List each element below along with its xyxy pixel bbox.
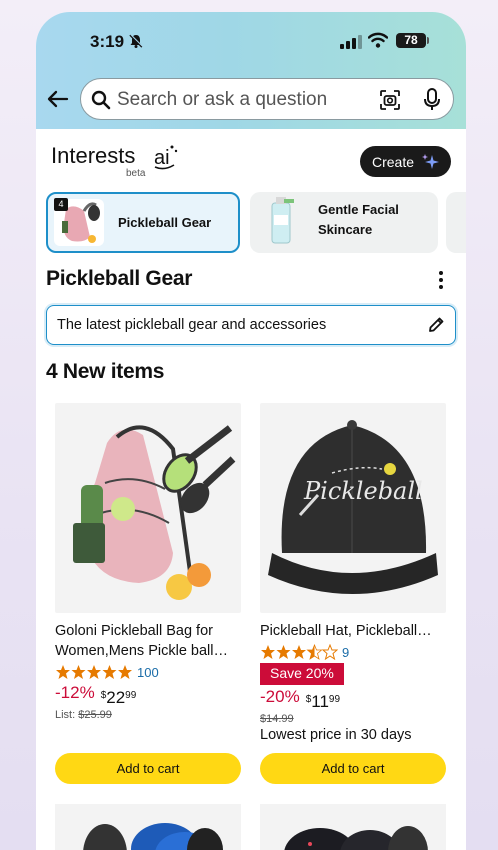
pencil-icon[interactable] bbox=[427, 316, 445, 334]
interests-title: Interests bbox=[51, 143, 136, 168]
product-image-next[interactable] bbox=[55, 804, 241, 850]
price: $11 99 bbox=[305, 692, 341, 711]
product-name[interactable]: Goloni Pickleball Bag for Women,Mens Pic… bbox=[55, 621, 241, 661]
add-to-cart-button[interactable]: Add to cart bbox=[55, 753, 241, 784]
create-label: Create bbox=[372, 153, 415, 170]
product-card[interactable]: Pickleball Pickleball Hat, Pickleball… 9… bbox=[260, 403, 446, 784]
search-input[interactable] bbox=[117, 87, 357, 113]
sparkle-icon bbox=[422, 154, 439, 169]
chip-gentle-facial-skincare[interactable]: Gentle Facial Skincare bbox=[250, 192, 438, 253]
product-name[interactable]: Pickleball Hat, Pickleball… bbox=[260, 621, 446, 641]
beta-label: beta bbox=[126, 168, 146, 179]
review-count[interactable]: 100 bbox=[137, 665, 159, 680]
star-rating-icons bbox=[56, 665, 132, 679]
product-rating: 9 bbox=[260, 643, 446, 661]
microphone-icon[interactable] bbox=[423, 88, 441, 112]
star-rating-icons bbox=[261, 644, 338, 660]
create-button[interactable]: Create bbox=[360, 146, 451, 177]
product-image[interactable]: Pickleball bbox=[260, 403, 446, 613]
section-title: Pickleball Gear bbox=[46, 267, 193, 290]
chip-label: Gentle Facial Skincare bbox=[318, 202, 399, 237]
chip-thumbnail bbox=[256, 197, 306, 244]
save-badge: Save 20% bbox=[260, 663, 344, 685]
svg-text:Pickleball: Pickleball bbox=[303, 477, 423, 505]
price-row: -12% $22 99 bbox=[55, 683, 241, 707]
description-text: The latest pickleball gear and accessori… bbox=[57, 317, 327, 333]
description-field[interactable]: The latest pickleball gear and accessori… bbox=[46, 305, 456, 345]
search-bar[interactable] bbox=[80, 78, 454, 120]
app-screen: 3:19 78 Search or ask a question Interes… bbox=[36, 12, 466, 850]
top-bar: 3:19 78 bbox=[36, 12, 466, 129]
bell-off-icon bbox=[129, 34, 143, 48]
ai-logo: ai bbox=[154, 145, 178, 170]
product-image-next[interactable] bbox=[260, 804, 446, 850]
back-arrow-icon[interactable] bbox=[47, 90, 69, 108]
price: $22 99 bbox=[100, 688, 137, 707]
wifi-icon bbox=[368, 32, 388, 48]
review-count[interactable]: 9 bbox=[342, 645, 349, 660]
product-rating: 100 bbox=[55, 663, 241, 681]
chip-count-badge: 4 bbox=[54, 198, 68, 211]
price-row: -20% $11 99 bbox=[260, 687, 446, 711]
battery-indicator: 78 bbox=[396, 33, 426, 48]
battery-tip bbox=[427, 37, 429, 44]
chip-label: Pickleball Gear bbox=[118, 215, 212, 230]
discount-percent: -12% bbox=[55, 683, 95, 702]
product-card[interactable]: Goloni Pickleball Bag for Women,Mens Pic… bbox=[55, 403, 241, 784]
add-to-cart-button[interactable]: Add to cart bbox=[260, 753, 446, 784]
kebab-icon[interactable] bbox=[437, 270, 445, 290]
status-time: 3:19 bbox=[90, 32, 125, 51]
product-image[interactable] bbox=[55, 403, 241, 613]
chip-partial[interactable] bbox=[446, 192, 466, 253]
items-count-title: 4 New items bbox=[46, 360, 165, 383]
list-price: $14.99 bbox=[260, 713, 294, 725]
chip-pickleball-gear[interactable]: 4 Pickleball Gear bbox=[46, 192, 240, 253]
discount-percent: -20% bbox=[260, 687, 300, 706]
svg-text:ai: ai bbox=[154, 147, 170, 169]
lowest-price-note: Lowest price in 30 days bbox=[260, 727, 412, 743]
search-icon bbox=[91, 90, 111, 110]
camera-icon[interactable] bbox=[379, 89, 401, 111]
signal-icon bbox=[340, 35, 362, 49]
list-price: List: $25.99 bbox=[55, 709, 112, 721]
